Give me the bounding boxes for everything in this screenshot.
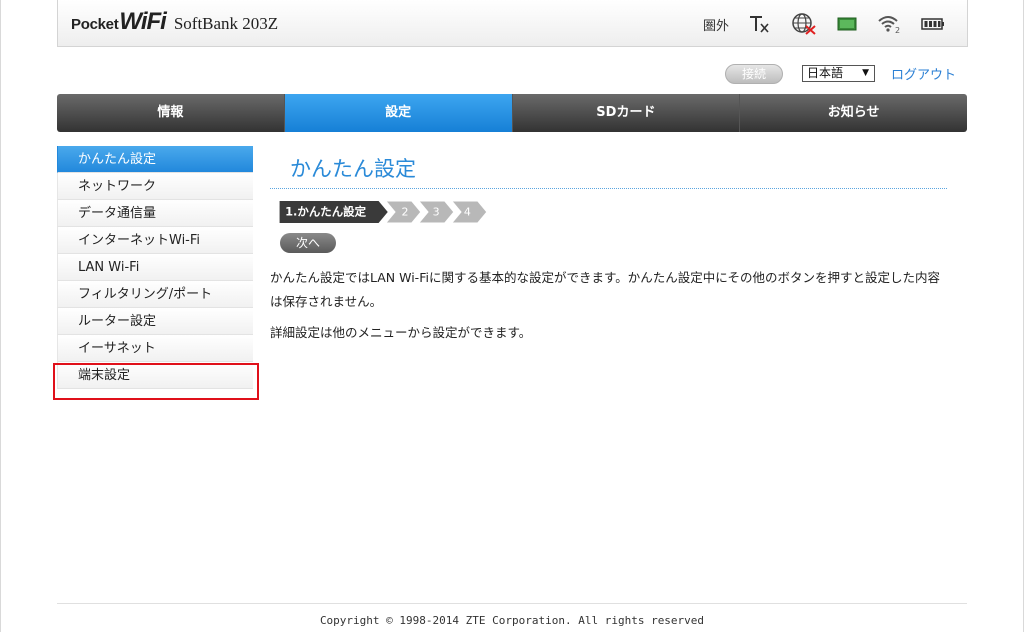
sidebar-item-data-usage[interactable]: データ通信量 xyxy=(57,200,253,227)
language-select[interactable]: 日本語 ▼ xyxy=(802,65,875,82)
tab-sd-card[interactable]: SDカード xyxy=(513,94,741,132)
sidebar-item-ethernet[interactable]: イーサネット xyxy=(57,335,253,362)
step-indicator: 1.かんたん設定 2 3 4 xyxy=(279,201,488,223)
sidebar-item-filtering-port[interactable]: フィルタリング/ポート xyxy=(57,281,253,308)
logo-pocket-text: Pocket xyxy=(71,16,119,33)
sidebar-item-router-settings[interactable]: ルーター設定 xyxy=(57,308,253,335)
tab-info[interactable]: 情報 xyxy=(57,94,285,132)
title-divider xyxy=(270,188,947,189)
sidebar-item-quick-setup[interactable]: かんたん設定 xyxy=(57,146,253,173)
description-text: かんたん設定ではLAN Wi-Fiに関する基本的な設定ができます。かんたん設定中… xyxy=(270,270,940,309)
sim-card-icon xyxy=(837,17,857,31)
device-model: SoftBank 203Z xyxy=(173,14,279,33)
sidebar-menu: かんたん設定 ネットワーク データ通信量 インターネットWi-Fi LAN Wi… xyxy=(57,146,253,389)
tab-notifications[interactable]: お知らせ xyxy=(740,94,967,132)
language-select-value: 日本語 xyxy=(807,66,844,80)
sidebar-item-network[interactable]: ネットワーク xyxy=(57,173,253,200)
battery-icon xyxy=(921,17,945,31)
highlight-box xyxy=(53,363,259,400)
footer-copyright: Copyright © 1998-2014 ZTE Corporation. A… xyxy=(319,614,705,627)
header-bar: Pocket WiFi SoftBank 203Z 圏外 2 xyxy=(57,0,968,47)
connect-button[interactable]: 接続 xyxy=(725,64,783,84)
step-4-label: 4 xyxy=(464,206,471,219)
next-button[interactable]: 次へ xyxy=(280,233,336,253)
step-2-label: 2 xyxy=(402,206,409,219)
main-nav: 情報 設定 SDカード お知らせ xyxy=(57,94,967,132)
no-sim-signal-icon xyxy=(749,15,771,33)
status-icons: 圏外 2 xyxy=(683,13,945,35)
wifi-client-count: 2 xyxy=(895,26,900,34)
sidebar-item-lan-wifi[interactable]: LAN Wi-Fi xyxy=(57,254,253,281)
dropdown-arrow-icon: ▼ xyxy=(862,68,869,78)
service-status-text: 圏外 xyxy=(702,18,729,34)
step-1-label: 1.かんたん設定 xyxy=(285,205,366,219)
logout-link[interactable]: ログアウト xyxy=(891,64,956,83)
tab-settings[interactable]: 設定 xyxy=(284,94,513,132)
internet-disconnected-icon xyxy=(791,13,817,35)
sidebar-item-internet-wifi[interactable]: インターネットWi-Fi xyxy=(57,227,253,254)
step-3-label: 3 xyxy=(433,206,440,219)
description-text-2: 詳細設定は他のメニューから設定ができます。 xyxy=(270,325,532,340)
footer-divider xyxy=(57,603,967,604)
wifi-icon: 2 xyxy=(877,14,901,34)
logo-wifi-text: WiFi xyxy=(119,8,166,35)
pocket-wifi-logo: Pocket WiFi SoftBank 203Z xyxy=(71,8,278,36)
frame-left-border xyxy=(0,0,1,632)
page-title: かんたん設定 xyxy=(290,157,416,181)
